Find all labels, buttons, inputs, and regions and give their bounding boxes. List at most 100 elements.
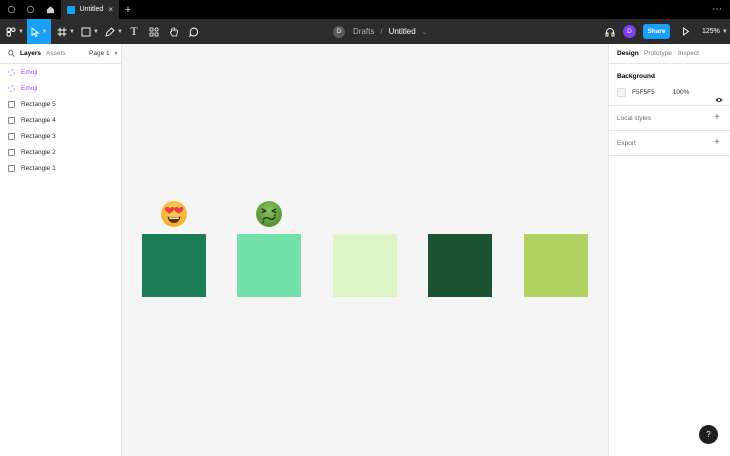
notifications-icon[interactable] — [23, 3, 37, 16]
rectangle-icon — [8, 100, 15, 108]
background-hex[interactable]: F5F5F5 — [632, 89, 655, 96]
audio-call-button[interactable] — [603, 19, 617, 44]
frame-icon — [57, 27, 67, 36]
move-tool-button[interactable]: ▼ — [27, 19, 51, 44]
comment-tool-button[interactable] — [186, 19, 202, 44]
layer-name: Rectangle 2 — [21, 148, 56, 156]
layer-row[interactable]: Rectangle 2 — [0, 144, 121, 160]
page-selector[interactable]: Page 1 ▼ — [89, 50, 118, 57]
hand-tool-button[interactable] — [166, 19, 182, 44]
share-button[interactable]: Share — [643, 24, 670, 39]
export-label: Export — [617, 140, 636, 147]
figma-menu-icon — [6, 27, 16, 36]
tab-assets[interactable]: Assets — [46, 50, 66, 57]
background-heading: Background — [617, 73, 655, 80]
toolbar: ▼ ▼ ▼ ▼ ▼ T D Drafts / Untitled ⌄ D Shar… — [0, 19, 730, 44]
chevron-down-icon: ▼ — [113, 51, 119, 57]
tab-layers[interactable]: Layers — [20, 50, 41, 57]
tab-title: Untitled — [79, 6, 104, 13]
page-name: Page 1 — [89, 50, 110, 57]
layer-name: Rectangle 1 — [21, 164, 56, 172]
layer-row[interactable]: Rectangle 5 — [0, 96, 121, 112]
tab-bar: Untitled × + ⋯ — [0, 0, 730, 19]
present-button[interactable] — [680, 19, 692, 44]
layer-name: Rectangle 4 — [21, 116, 56, 124]
layer-name: Emoji — [21, 84, 38, 92]
pen-tool-button[interactable]: ▼ — [103, 19, 125, 44]
close-tab-button[interactable]: × — [108, 5, 113, 14]
file-name[interactable]: Untitled — [389, 27, 416, 36]
file-tab[interactable]: Untitled × — [61, 0, 119, 19]
figma-logo-icon[interactable] — [4, 3, 18, 16]
cursor-icon — [31, 26, 40, 37]
layer-row[interactable]: Rectangle 3 — [0, 128, 121, 144]
tab-inspect[interactable]: Inspect — [678, 50, 699, 57]
resources-button[interactable] — [146, 19, 162, 44]
rectangle-5[interactable] — [524, 234, 588, 297]
chevron-down-icon: ▼ — [117, 28, 123, 35]
rectangle-4[interactable] — [428, 234, 492, 297]
background-opacity[interactable]: 100% — [673, 89, 690, 96]
rectangle-icon — [81, 27, 91, 36]
play-icon — [683, 27, 690, 36]
rectangle-icon — [8, 148, 15, 156]
chevron-down-icon: ▼ — [18, 28, 24, 35]
rectangle-icon — [8, 116, 15, 124]
layer-row[interactable]: Rectangle 4 — [0, 112, 121, 128]
shape-tool-button[interactable]: ▼ — [79, 19, 101, 44]
headphones-icon — [605, 27, 615, 36]
rectangle-1[interactable] — [142, 234, 206, 297]
hand-icon — [169, 27, 178, 37]
heart-eyes-icon — [161, 201, 187, 227]
layers-panel: Layers Assets Page 1 ▼ Emoji Emoji Rectang… — [0, 44, 122, 456]
search-icon[interactable] — [8, 50, 15, 59]
home-icon[interactable] — [43, 3, 57, 16]
comment-icon — [189, 27, 199, 37]
rectangle-icon — [8, 164, 15, 172]
layer-name: Rectangle 5 — [21, 100, 56, 108]
export-section: Export + — [609, 131, 730, 156]
text-tool-button[interactable]: T — [127, 19, 141, 44]
add-style-button[interactable]: + — [714, 112, 720, 123]
local-styles-label: Local styles — [617, 115, 651, 122]
chevron-down-icon: ▼ — [93, 28, 99, 35]
background-section: Background — [609, 64, 730, 106]
heart-eyes-emoji[interactable] — [161, 201, 187, 227]
canvas[interactable] — [122, 44, 608, 456]
chevron-down-icon: ▼ — [721, 28, 728, 35]
chevron-down-icon: ▼ — [41, 28, 48, 35]
layer-list: Emoji Emoji Rectangle 5 Rectangle 4 Rectangl… — [0, 64, 121, 176]
breadcrumb: D Drafts / Untitled ⌄ — [333, 19, 428, 44]
layer-row[interactable]: Emoji — [0, 80, 121, 96]
tab-design[interactable]: Design — [617, 50, 639, 57]
frame-tool-button[interactable]: ▼ — [55, 19, 77, 44]
local-styles-section: Local styles + — [609, 106, 730, 131]
nauseated-emoji[interactable] — [256, 201, 282, 227]
nauseated-face-icon — [256, 201, 282, 227]
breadcrumb-separator: / — [380, 27, 383, 36]
rectangle-icon — [8, 132, 15, 140]
rectangle-2[interactable] — [237, 234, 301, 297]
user-avatar[interactable]: D — [623, 25, 636, 38]
left-panel-tabs: Layers Assets Page 1 ▼ — [0, 44, 121, 64]
main-menu-button[interactable]: ▼ — [4, 19, 26, 44]
more-options-icon[interactable]: ⋯ — [710, 3, 724, 16]
breadcrumb-drafts[interactable]: Drafts — [353, 27, 374, 36]
new-tab-button[interactable]: + — [121, 3, 135, 16]
zoom-dropdown[interactable]: 125% ▼ — [702, 19, 728, 44]
chevron-down-icon[interactable]: ⌄ — [422, 28, 428, 36]
tab-prototype[interactable]: Prototype — [644, 50, 672, 57]
layer-row[interactable]: Rectangle 1 — [0, 160, 121, 176]
team-avatar[interactable]: D — [333, 25, 345, 38]
properties-panel: Design Prototype Inspect Background F5F5… — [608, 44, 730, 456]
color-swatch[interactable] — [617, 88, 626, 97]
component-icon — [8, 84, 15, 92]
resources-icon — [149, 26, 159, 36]
layer-row[interactable]: Emoji — [0, 64, 121, 80]
help-button[interactable]: ? — [699, 425, 718, 444]
add-export-button[interactable]: + — [714, 137, 720, 148]
figma-file-icon — [67, 5, 75, 14]
rectangle-3[interactable] — [333, 234, 397, 297]
background-fill-row[interactable]: F5F5F5 100% — [617, 88, 689, 97]
component-icon — [8, 68, 15, 76]
